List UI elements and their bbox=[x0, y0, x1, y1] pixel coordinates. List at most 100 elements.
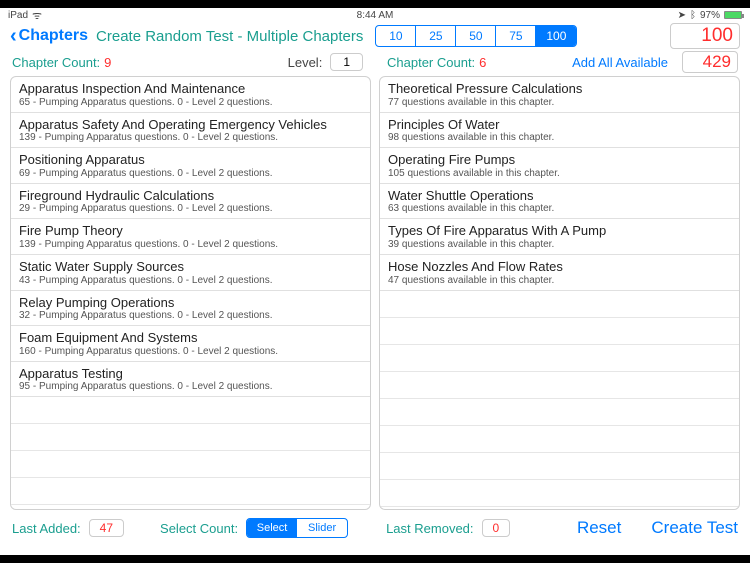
status-time: 8:44 AM bbox=[357, 10, 394, 21]
empty-row bbox=[380, 291, 739, 318]
item-title: Relay Pumping Operations bbox=[19, 295, 362, 311]
empty-row bbox=[11, 451, 370, 478]
item-title: Operating Fire Pumps bbox=[388, 152, 731, 168]
count-segmented[interactable]: 10255075100 bbox=[375, 25, 577, 47]
item-title: Static Water Supply Sources bbox=[19, 259, 362, 275]
list-item[interactable]: Apparatus Inspection And Maintenance65 -… bbox=[11, 77, 370, 113]
item-subtitle: 95 - Pumping Apparatus questions. 0 - Le… bbox=[19, 381, 362, 393]
right-chapter-list[interactable]: Theoretical Pressure Calculations77 ques… bbox=[379, 76, 740, 510]
item-title: Positioning Apparatus bbox=[19, 152, 362, 168]
select-mode-segmented[interactable]: SelectSlider bbox=[246, 518, 348, 538]
list-item[interactable]: Water Shuttle Operations63 questions ava… bbox=[380, 184, 739, 220]
list-item[interactable]: Theoretical Pressure Calculations77 ques… bbox=[380, 77, 739, 113]
count-seg-10[interactable]: 10 bbox=[376, 26, 416, 46]
list-item[interactable]: Hose Nozzles And Flow Rates47 questions … bbox=[380, 255, 739, 291]
device-label: iPad bbox=[8, 10, 28, 21]
back-label: Chapters bbox=[19, 27, 88, 45]
item-title: Water Shuttle Operations bbox=[388, 188, 731, 204]
create-test-button[interactable]: Create Test bbox=[651, 518, 738, 538]
empty-row bbox=[380, 426, 739, 453]
empty-row bbox=[380, 453, 739, 480]
item-subtitle: 139 - Pumping Apparatus questions. 0 - L… bbox=[19, 239, 362, 251]
list-item[interactable]: Positioning Apparatus69 - Pumping Appara… bbox=[11, 148, 370, 184]
item-subtitle: 43 - Pumping Apparatus questions. 0 - Le… bbox=[19, 275, 362, 287]
item-title: Apparatus Safety And Operating Emergency… bbox=[19, 117, 362, 133]
empty-row bbox=[11, 424, 370, 451]
item-subtitle: 69 - Pumping Apparatus questions. 0 - Le… bbox=[19, 168, 362, 180]
item-title: Apparatus Inspection And Maintenance bbox=[19, 81, 362, 97]
battery-icon bbox=[724, 11, 742, 19]
item-subtitle: 32 - Pumping Apparatus questions. 0 - Le… bbox=[19, 310, 362, 322]
last-removed-label: Last Removed: bbox=[386, 521, 473, 536]
empty-row bbox=[11, 397, 370, 424]
last-removed-value: 0 bbox=[482, 519, 511, 537]
item-title: Foam Equipment And Systems bbox=[19, 330, 362, 346]
status-bar: iPad ᯤ 8:44 AM ➤ ᛒ 97% bbox=[0, 8, 750, 22]
list-item[interactable]: Static Water Supply Sources43 - Pumping … bbox=[11, 255, 370, 291]
item-title: Hose Nozzles And Flow Rates bbox=[388, 259, 731, 275]
left-count-label: Chapter Count: bbox=[12, 55, 100, 70]
back-button[interactable]: ‹ Chapters bbox=[10, 26, 88, 46]
empty-row bbox=[380, 480, 739, 507]
item-subtitle: 77 questions available in this chapter. bbox=[388, 97, 731, 109]
right-subheader: Chapter Count: 6 Add All Available 429 bbox=[375, 50, 750, 74]
item-subtitle: 160 - Pumping Apparatus questions. 0 - L… bbox=[19, 346, 362, 358]
empty-row bbox=[11, 505, 370, 510]
list-item[interactable]: Fire Pump Theory139 - Pumping Apparatus … bbox=[11, 219, 370, 255]
item-title: Fireground Hydraulic Calculations bbox=[19, 188, 362, 204]
item-subtitle: 39 questions available in this chapter. bbox=[388, 239, 731, 251]
count-seg-100[interactable]: 100 bbox=[536, 26, 576, 46]
item-subtitle: 63 questions available in this chapter. bbox=[388, 203, 731, 215]
list-item[interactable]: Foam Equipment And Systems160 - Pumping … bbox=[11, 326, 370, 362]
battery-percent: 97% bbox=[700, 10, 720, 21]
empty-row bbox=[380, 318, 739, 345]
count-seg-25[interactable]: 25 bbox=[416, 26, 456, 46]
page-title: Create Random Test - Multiple Chapters bbox=[96, 28, 363, 45]
select-count-label: Select Count: bbox=[160, 521, 238, 536]
list-item[interactable]: Types Of Fire Apparatus With A Pump39 qu… bbox=[380, 219, 739, 255]
empty-row bbox=[380, 372, 739, 399]
reset-button[interactable]: Reset bbox=[577, 518, 621, 538]
item-subtitle: 105 questions available in this chapter. bbox=[388, 168, 731, 180]
item-subtitle: 29 - Pumping Apparatus questions. 0 - Le… bbox=[19, 203, 362, 215]
last-added-label: Last Added: bbox=[12, 521, 81, 536]
add-all-button[interactable]: Add All Available bbox=[572, 55, 668, 70]
list-item[interactable]: Fireground Hydraulic Calculations29 - Pu… bbox=[11, 184, 370, 220]
bluetooth-icon: ᛒ bbox=[690, 10, 696, 21]
item-subtitle: 139 - Pumping Apparatus questions. 0 - L… bbox=[19, 132, 362, 144]
mode-seg-select[interactable]: Select bbox=[247, 519, 297, 537]
level-label: Level: bbox=[288, 55, 323, 70]
footer: Last Added: 47 Select Count: SelectSlide… bbox=[0, 512, 750, 544]
item-title: Fire Pump Theory bbox=[19, 223, 362, 239]
mode-seg-slider[interactable]: Slider bbox=[297, 519, 347, 537]
item-title: Principles Of Water bbox=[388, 117, 731, 133]
available-total-field[interactable]: 429 bbox=[682, 51, 738, 73]
item-subtitle: 98 questions available in this chapter. bbox=[388, 132, 731, 144]
list-item[interactable]: Apparatus Testing95 - Pumping Apparatus … bbox=[11, 362, 370, 398]
list-item[interactable]: Operating Fire Pumps105 questions availa… bbox=[380, 148, 739, 184]
location-icon: ➤ bbox=[678, 10, 686, 21]
left-count-value: 9 bbox=[104, 55, 111, 70]
count-seg-75[interactable]: 75 bbox=[496, 26, 536, 46]
right-count-label: Chapter Count: bbox=[387, 55, 475, 70]
selected-count-field[interactable]: 100 bbox=[670, 23, 740, 49]
last-added-value: 47 bbox=[89, 519, 124, 537]
item-subtitle: 65 - Pumping Apparatus questions. 0 - Le… bbox=[19, 97, 362, 109]
device-frame-top bbox=[0, 0, 750, 8]
level-field[interactable]: 1 bbox=[330, 53, 363, 71]
item-title: Apparatus Testing bbox=[19, 366, 362, 382]
item-subtitle: 47 questions available in this chapter. bbox=[388, 275, 731, 287]
item-title: Types Of Fire Apparatus With A Pump bbox=[388, 223, 731, 239]
empty-row bbox=[11, 478, 370, 505]
nav-bar: ‹ Chapters Create Random Test - Multiple… bbox=[0, 22, 750, 50]
empty-row bbox=[380, 399, 739, 426]
device-frame-bottom bbox=[0, 555, 750, 563]
chevron-left-icon: ‹ bbox=[10, 26, 17, 46]
left-chapter-list[interactable]: Apparatus Inspection And Maintenance65 -… bbox=[10, 76, 371, 510]
right-count-value: 6 bbox=[479, 55, 486, 70]
count-seg-50[interactable]: 50 bbox=[456, 26, 496, 46]
list-item[interactable]: Apparatus Safety And Operating Emergency… bbox=[11, 113, 370, 149]
list-item[interactable]: Principles Of Water98 questions availabl… bbox=[380, 113, 739, 149]
wifi-icon: ᯤ bbox=[32, 8, 42, 23]
list-item[interactable]: Relay Pumping Operations32 - Pumping App… bbox=[11, 291, 370, 327]
